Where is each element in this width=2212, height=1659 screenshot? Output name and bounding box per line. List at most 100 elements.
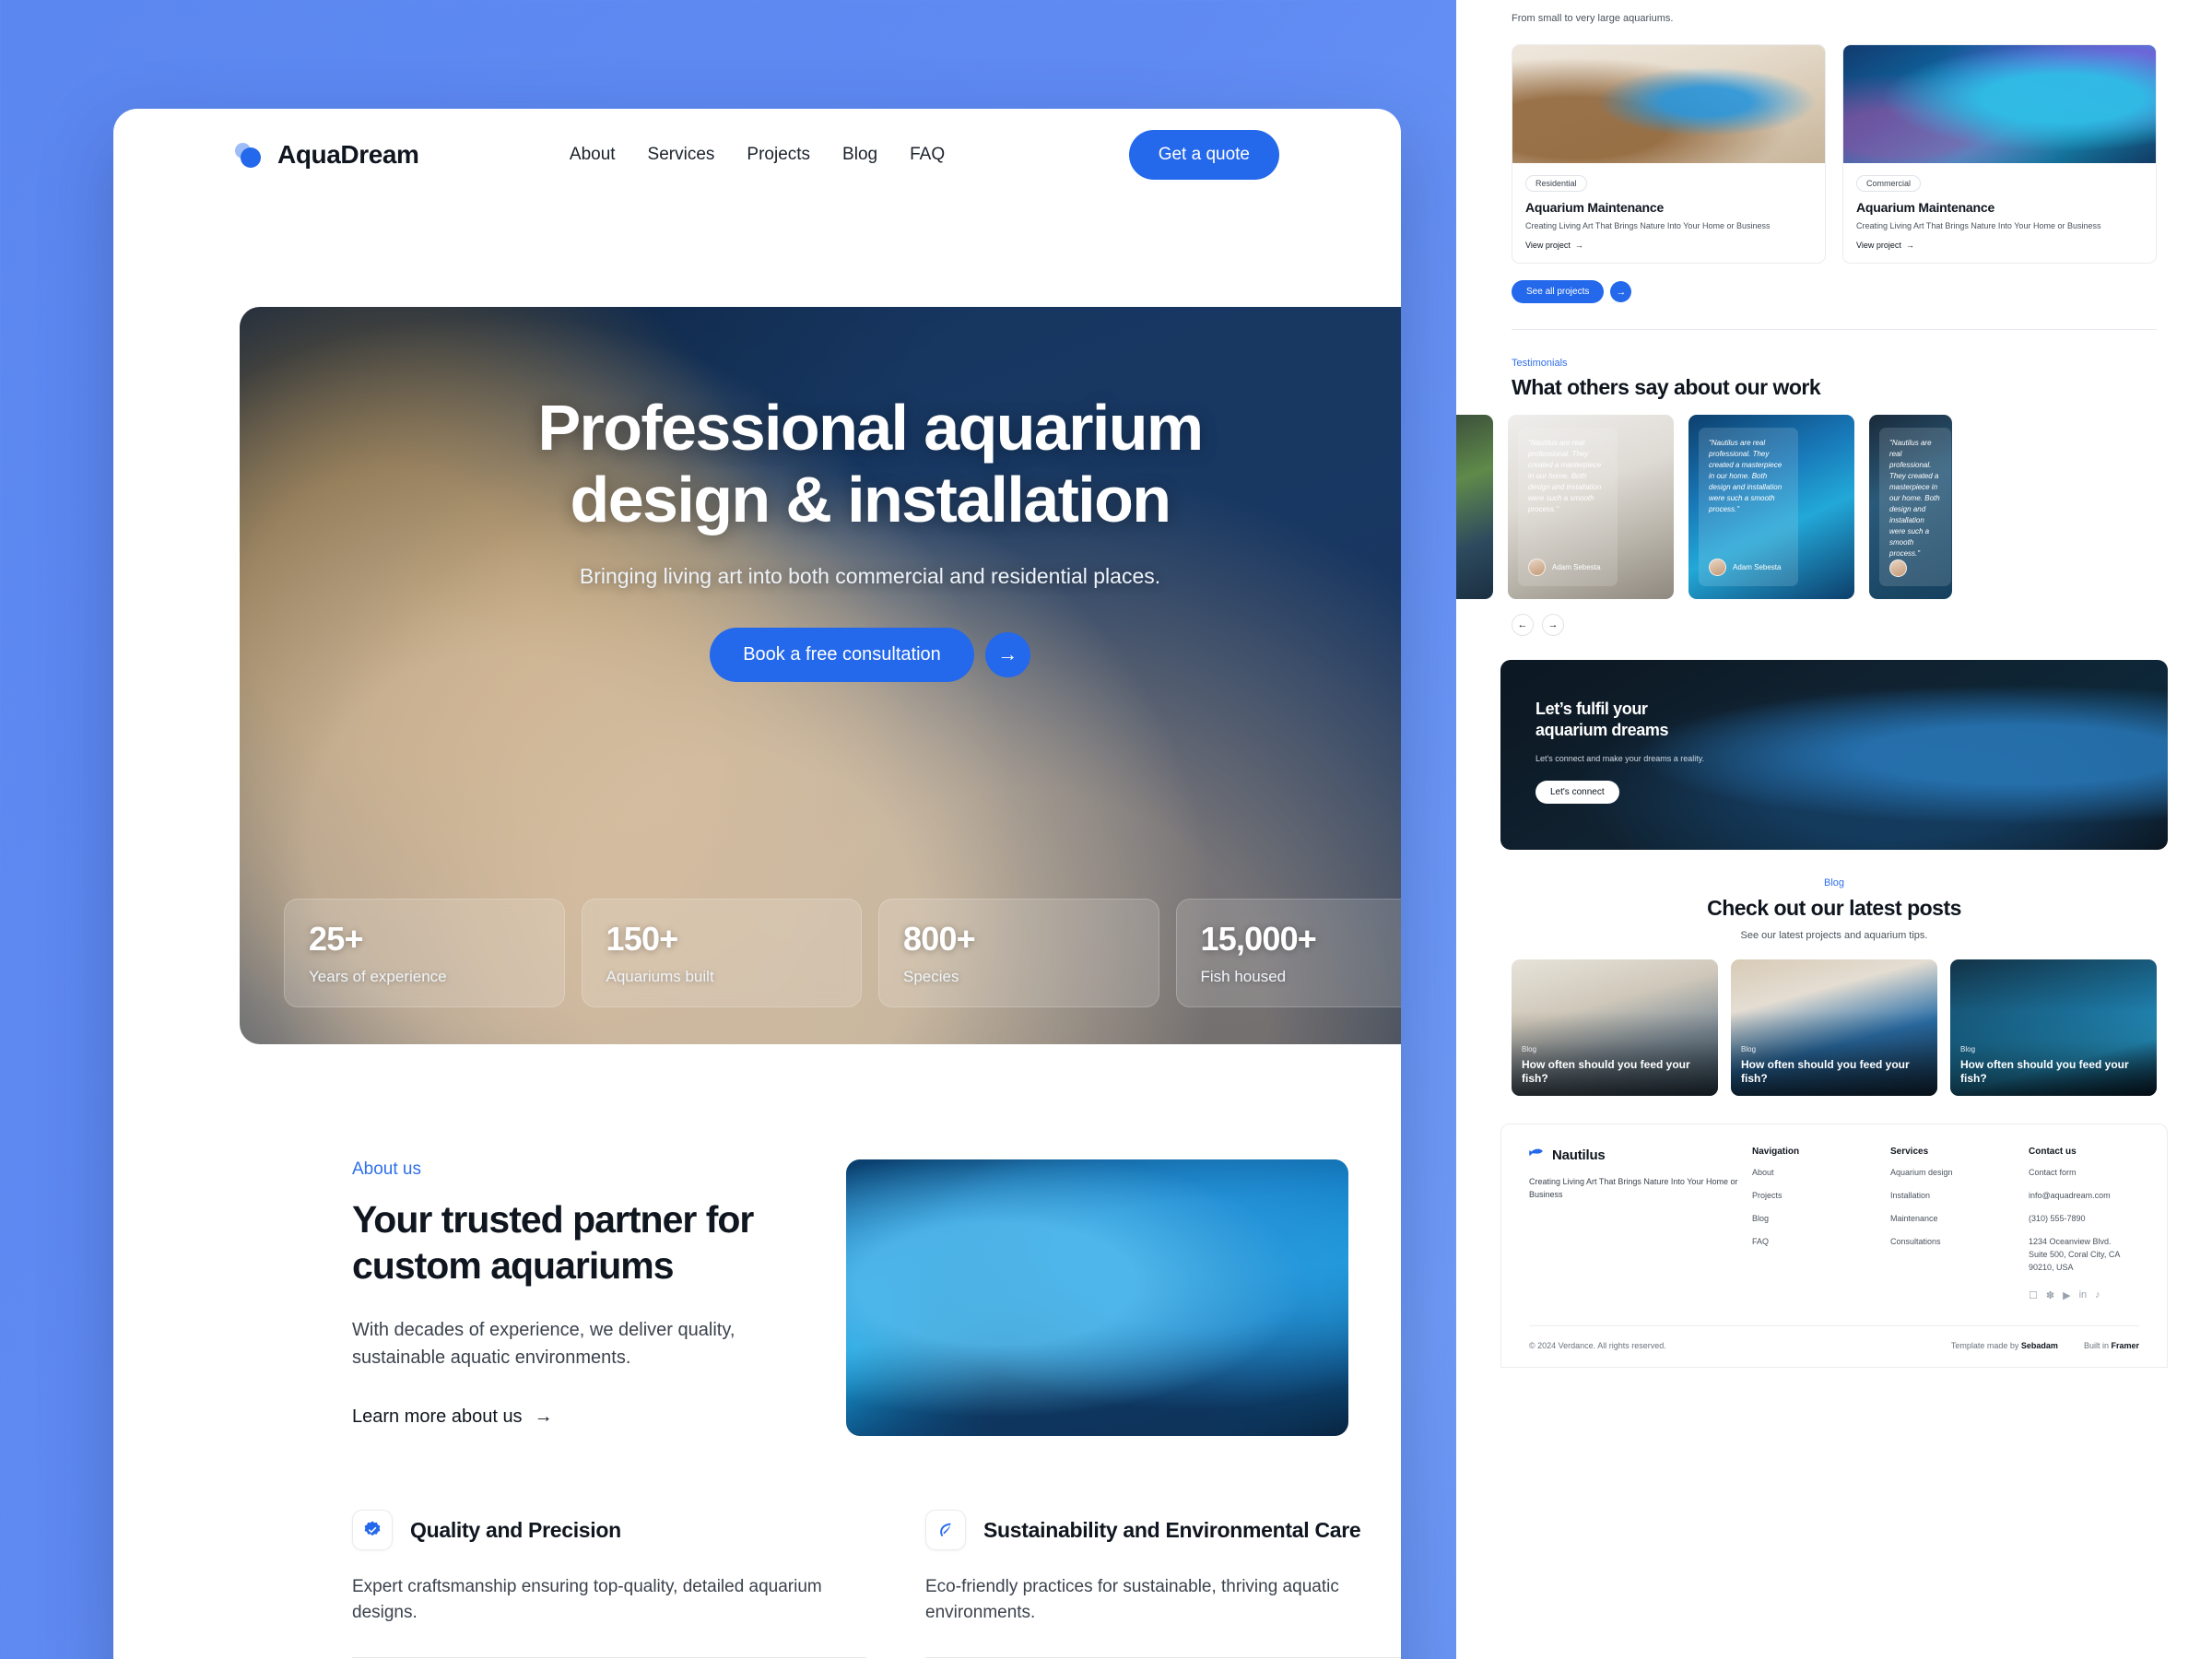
footer-brand-name: Nautilus: [1552, 1147, 1606, 1163]
about-image: [846, 1159, 1348, 1436]
blog-card[interactable]: Blog How often should you feed your fish…: [1512, 959, 1718, 1096]
view-project-label: View project: [1525, 241, 1571, 250]
carousel-prev-icon[interactable]: ←: [1512, 614, 1534, 636]
project-image: [1843, 45, 2156, 163]
feature-title: Sustainability and Environmental Care: [983, 1517, 1361, 1542]
project-card[interactable]: Residential Aquarium Maintenance Creatin…: [1512, 44, 1826, 264]
testimonial-text: "Nautilus are real professional. They cr…: [1709, 439, 1783, 513]
testimonial-card[interactable]: "Nautilus are real professional. They cr…: [1688, 415, 1854, 599]
footer-divider: [1529, 1324, 2139, 1326]
footer-link[interactable]: Maintenance: [1890, 1213, 1979, 1226]
project-desc: Creating Living Art That Brings Nature I…: [1525, 221, 1771, 230]
hero-subtitle: Bringing living art into both commercial…: [579, 563, 1161, 588]
stat-label: Aquariums built: [606, 968, 714, 985]
footer-link[interactable]: Consultations: [1890, 1236, 1979, 1249]
testimonials-carousel: "Nautilus are real professional. They cr…: [1456, 415, 2212, 599]
stat-card: 25+ Years of experience: [284, 899, 565, 1007]
linkedin-icon[interactable]: in: [2079, 1289, 2088, 1301]
project-title: Aquarium Maintenance: [1856, 200, 1995, 215]
blog-post-title: How often should you feed your fish?: [1960, 1057, 2129, 1085]
testimonials-eyebrow: Testimonials: [1512, 358, 1568, 369]
book-consultation-button[interactable]: Book a free consultation: [710, 627, 974, 682]
project-image: [1512, 45, 1825, 163]
footer-template-credit-name[interactable]: Sebadam: [2021, 1341, 2058, 1350]
view-project-link[interactable]: View project →: [1856, 241, 2143, 250]
nav-link-faq[interactable]: FAQ: [910, 145, 945, 165]
blog-card[interactable]: Blog How often should you feed your fish…: [1731, 959, 1937, 1096]
stat-label: Fish housed: [1200, 968, 1287, 985]
instagram-icon[interactable]: ☐: [2029, 1289, 2038, 1301]
stat-label: Species: [903, 968, 959, 985]
footer-built-credit-name[interactable]: Framer: [2111, 1341, 2139, 1350]
lets-connect-button[interactable]: Let's connect: [1535, 781, 1619, 804]
nav-link-services[interactable]: Services: [648, 145, 715, 165]
avatar: [1528, 559, 1546, 576]
brand-name: AquaDream: [277, 140, 419, 169]
tiktok-icon[interactable]: ♪: [2095, 1289, 2100, 1301]
project-chip: Residential: [1525, 175, 1587, 192]
about-body: With decades of experience, we deliver q…: [352, 1320, 735, 1369]
carousel-next-icon[interactable]: →: [1542, 614, 1564, 636]
view-project-link[interactable]: View project →: [1525, 241, 1812, 250]
blog-post-title: How often should you feed your fish?: [1741, 1057, 1910, 1085]
learn-more-link[interactable]: Learn more about us →: [352, 1406, 785, 1428]
footer-column-heading: Services: [1890, 1147, 1929, 1157]
footer-link[interactable]: Contact form: [2029, 1167, 2139, 1180]
footer-brand[interactable]: Nautilus: [1529, 1147, 1752, 1163]
footer-phone[interactable]: (310) 555-7890: [2029, 1213, 2139, 1226]
footer-link[interactable]: Projects: [1752, 1190, 1841, 1203]
footer-link[interactable]: Blog: [1752, 1213, 1841, 1226]
footer-built-credit: Built in Framer: [2084, 1341, 2139, 1350]
about-eyebrow: About us: [352, 1159, 421, 1179]
brand-logo[interactable]: AquaDream: [235, 140, 419, 170]
footer-link[interactable]: FAQ: [1752, 1236, 1841, 1249]
twitter-icon[interactable]: ✽: [2046, 1289, 2054, 1301]
project-chip: Commercial: [1856, 175, 1922, 192]
testimonial-card[interactable]: [1456, 415, 1493, 599]
footer-built-credit-label: Built in: [2083, 1340, 2109, 1350]
footer-link[interactable]: About: [1752, 1167, 1841, 1180]
footer-column-contact: Contact us Contact form info@aquadream.c…: [2029, 1147, 2139, 1301]
testimonials-section: Testimonials What others say about our w…: [1456, 358, 2212, 400]
stat-label: Years of experience: [309, 968, 447, 985]
get-a-quote-button[interactable]: Get a quote: [1128, 130, 1279, 180]
about-section: About us Your trusted partner for custom…: [352, 1159, 1401, 1436]
page-background: AquaDream About Services Projects Blog F…: [0, 0, 2212, 1659]
testimonial-author: Adam Sebesta: [1709, 559, 1788, 576]
stat-value: 15,000+: [1200, 920, 1317, 958]
blog-subtitle: See our latest projects and aquarium tip…: [1740, 930, 1928, 941]
nav-link-blog[interactable]: Blog: [842, 145, 877, 165]
main-preview-panel: AquaDream About Services Projects Blog F…: [113, 109, 1401, 1659]
hero-title-line1: Professional aquarium: [537, 392, 1204, 464]
testimonial-card[interactable]: "Nautilus are real professional. They cr…: [1869, 415, 1952, 599]
nav-link-projects[interactable]: Projects: [747, 145, 810, 165]
avatar: [1889, 559, 1907, 577]
testimonial-text: "Nautilus are real professional. They cr…: [1528, 439, 1602, 513]
hero-section: Professional aquarium design & installat…: [240, 307, 1401, 1044]
project-card[interactable]: Commercial Aquarium Maintenance Creating…: [1842, 44, 2157, 264]
blog-post-title: How often should you feed your fish?: [1522, 1057, 1690, 1085]
site-navbar: AquaDream About Services Projects Blog F…: [113, 109, 1401, 201]
see-all-projects-group: See all projects →: [1512, 280, 2157, 303]
see-all-projects-button[interactable]: See all projects: [1512, 280, 1605, 303]
feature-card: Sustainability and Environmental Care Ec…: [925, 1510, 1401, 1659]
features-grid: Quality and Precision Expert craftsmansh…: [352, 1510, 1401, 1659]
blog-card[interactable]: Blog How often should you feed your fish…: [1950, 959, 2157, 1096]
testimonials-title: What others say about our work: [1512, 375, 1821, 399]
arrow-right-icon: →: [1574, 241, 1583, 250]
youtube-icon[interactable]: ▶: [2063, 1289, 2070, 1301]
carousel-nav: ← →: [1512, 614, 2157, 636]
footer-social-links: ☐ ✽ ▶ in ♪: [2029, 1289, 2139, 1301]
project-title: Aquarium Maintenance: [1525, 200, 1665, 215]
footer-email[interactable]: info@aquadream.com: [2029, 1190, 2139, 1203]
footer-link[interactable]: Aquarium design: [1890, 1167, 1979, 1180]
testimonial-author: Adam Sebesta: [1528, 559, 1607, 576]
projects-grid: Residential Aquarium Maintenance Creatin…: [1512, 44, 2157, 264]
hero-arrow-icon[interactable]: →: [984, 631, 1030, 677]
testimonial-card[interactable]: "Nautilus are real professional. They cr…: [1508, 415, 1674, 599]
stat-card: 150+ Aquariums built: [581, 899, 862, 1007]
nav-link-about[interactable]: About: [570, 145, 616, 165]
about-title-line2: custom aquariums: [352, 1244, 675, 1288]
footer-link[interactable]: Installation: [1890, 1190, 1979, 1203]
see-all-arrow-icon[interactable]: →: [1610, 281, 1632, 302]
